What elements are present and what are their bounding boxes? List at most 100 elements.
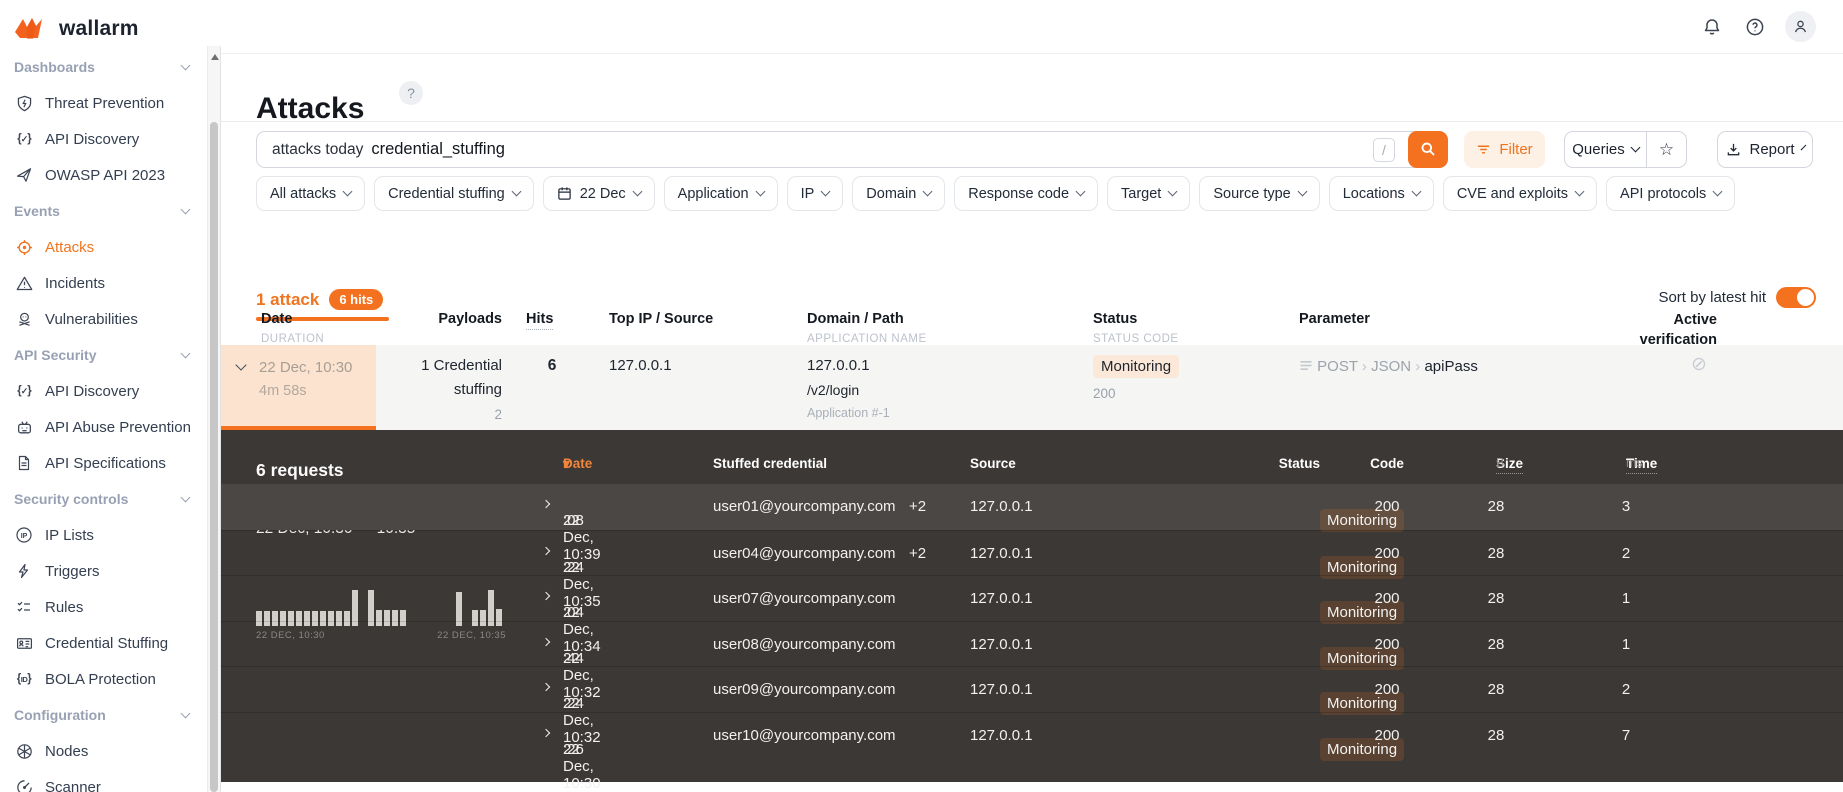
request-row[interactable]: 22 Dec, 10:32:44 user08@yourcompany.com … [221,620,1843,701]
expand-chevron-icon[interactable] [541,546,551,555]
req-col-credential: Stuffed credential [713,456,828,471]
sort-by-latest-hit-toggle[interactable] [1776,287,1816,308]
request-code: 200 [1374,635,1400,653]
attack-application: Application #-1 [807,406,890,420]
user-avatar[interactable] [1785,11,1816,42]
sidebar-item-nodes[interactable]: Nodes [0,733,207,769]
scrollbar-up-arrow-icon[interactable] [211,54,219,60]
sidebar-item-incidents[interactable]: Incidents [0,265,207,301]
notifications-bell-icon[interactable] [1702,17,1722,37]
attack-count-tab[interactable]: 1 attack [256,290,319,310]
filter-chip-locations[interactable]: Locations [1328,176,1434,211]
filter-chip-source-type[interactable]: Source type [1199,176,1320,211]
filter-chip-application[interactable]: Application [663,176,778,211]
sidebar-item-credential-stuffing[interactable]: Credential Stuffing [0,625,207,661]
sidebar-item-ip-lists[interactable]: IP IP Lists [0,517,207,553]
chevron-down-icon [180,708,191,718]
request-row[interactable]: 22 Dec, 10:30:26 user10@yourcompany.com … [221,711,1843,792]
report-button[interactable]: Report [1717,131,1813,168]
req-col-source: Source [970,456,1016,471]
sidebar-item-api-specifications[interactable]: API Specifications [0,445,207,481]
filter-button[interactable]: Filter [1464,131,1545,168]
search-input[interactable]: attacks today credential_stuffing / [256,130,1448,168]
filter-chip-ip[interactable]: IP [786,176,844,211]
request-credential: user10@yourcompany.com [713,726,896,744]
request-seconds: :04 [563,604,584,621]
page-title-help-icon[interactable]: ? [399,81,423,105]
target-icon [14,239,34,256]
chevron-down-icon [180,492,191,502]
queries-button[interactable]: Queries [1565,132,1646,167]
chevron-down-icon [1411,186,1422,197]
request-source: 127.0.0.1 [970,635,1033,653]
attack-row[interactable]: 22 Dec, 10:30 4m 58s 1 Credential stuffi… [221,345,1843,430]
search-token-scope: attacks today [272,140,364,158]
collapse-chevron-icon[interactable] [235,359,247,371]
paper-plane-icon [14,167,34,183]
sidebar-item-scanner[interactable]: Scanner [0,769,207,792]
favorite-star-button[interactable]: ☆ [1646,132,1686,167]
req-col-code: Code [1370,456,1404,471]
document-icon [14,455,34,471]
sidebar-item-threat-prevention[interactable]: Threat Prevention [0,85,207,121]
sidebar-item-api-discovery[interactable]: {✓} API Discovery [0,373,207,409]
sidebar-item-api-abuse-prevention[interactable]: API Abuse Prevention [0,409,207,445]
sidebar-item-bola-protection[interactable]: {ID} BOLA Protection [0,661,207,697]
sidebar-item-vulnerabilities[interactable]: Vulnerabilities [0,301,207,337]
report-button-label: Report [1749,141,1795,158]
request-row[interactable]: 22 Dec, 10:32:24 user09@yourcompany.com … [221,666,1843,746]
expand-chevron-icon[interactable] [541,499,551,509]
sidebar-section-security-controls[interactable]: Security controls [0,481,207,517]
wallarm-logo[interactable]: wallarm [0,0,207,49]
scrollbar-thumb[interactable] [210,122,218,792]
filter-chip-all-attacks[interactable]: All attacks [256,176,366,211]
attack-row-date-cell[interactable]: 22 Dec, 10:30 4m 58s [221,345,376,430]
request-seconds: :44 [563,649,584,667]
expand-chevron-icon[interactable] [541,591,551,601]
expand-chevron-icon[interactable] [541,728,551,737]
filter-chip-target[interactable]: Target [1107,176,1191,211]
filter-chip-domain[interactable]: Domain [852,176,946,211]
attack-path: /v2/login [807,382,860,398]
col-header-domain: Domain / Path [807,311,904,327]
sidebar-item-triggers[interactable]: Triggers [0,553,207,589]
braces-check-icon: {✓} [17,133,31,145]
filter-chip-22-dec[interactable]: 22 Dec [542,176,655,211]
attack-hits: 6 [547,357,557,374]
filter-chip-response-code[interactable]: Response code [954,176,1099,211]
request-row[interactable]: 22 Dec, 10:34:04 user07@yourcompany.com … [221,575,1843,655]
svg-text:IP: IP [21,533,28,540]
filter-chip-credential-stuffing[interactable]: Credential stuffing [374,176,534,211]
queries-group: Queries ☆ [1564,131,1687,168]
sidebar-item-attacks[interactable]: Attacks [0,229,207,265]
sidebar-item-owasp-api-2023[interactable]: OWASP API 2023 [0,157,207,193]
calendar-icon [557,186,572,201]
search-button[interactable] [1408,130,1448,168]
col-header-hits[interactable]: Hits [526,311,554,330]
sidebar-section-dashboards[interactable]: Dashboards [0,49,207,85]
attack-payload-line1: 1 Credential [421,357,502,374]
req-col-status: Status [1278,456,1320,471]
request-seconds: :24 [563,558,584,576]
sort-desc-icon: ▾ [563,456,570,471]
sidebar-item-rules[interactable]: Rules [0,589,207,625]
sidebar-section-configuration[interactable]: Configuration [0,697,207,733]
attack-details-panel: 6 requests Stamps: 22 Dec, 10:30 — 10:35… [221,430,1843,792]
filter-chip-cve-and-exploits[interactable]: CVE and exploits [1442,176,1598,211]
request-code: 200 [1374,498,1400,515]
sidebar-section-api-security[interactable]: API Security [0,337,207,373]
request-row[interactable]: 22 Dec, 10:39:08 user01@yourcompany.com … [221,484,1843,563]
chevron-down-icon [180,348,191,358]
expand-chevron-icon[interactable] [541,682,551,692]
form-data-icon [1299,360,1313,371]
request-row[interactable]: 22 Dec, 10:35:24 user04@yourcompany.com … [221,529,1843,610]
sidebar-item-api-discovery[interactable]: {✓} API Discovery [0,121,207,157]
expand-chevron-icon[interactable] [541,637,551,646]
attack-duration: 4m 58s [259,383,307,399]
request-credential: user09@yourcompany.com [713,681,896,698]
sidebar-scrollbar[interactable] [207,46,221,792]
chevron-down-icon [1630,142,1641,153]
sidebar-section-events[interactable]: Events [0,193,207,229]
help-icon[interactable] [1745,17,1765,37]
filter-chip-api-protocols[interactable]: API protocols [1606,176,1736,211]
